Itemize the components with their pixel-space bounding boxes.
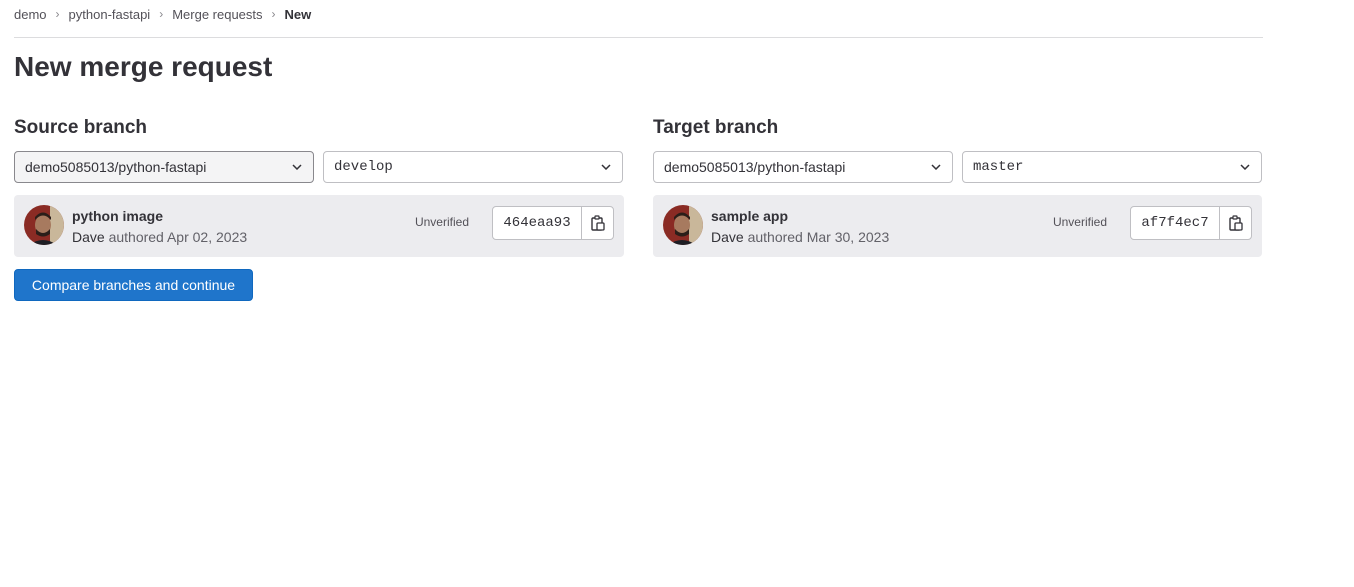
breadcrumb: demo › python-fastapi › Merge requests ›… bbox=[14, 6, 311, 22]
chevron-right-icon: › bbox=[55, 7, 60, 21]
commit-authored-text: authored Apr 02, 2023 bbox=[108, 229, 248, 245]
commit-sha-group: 464eaa93 bbox=[492, 206, 614, 240]
chevron-down-icon bbox=[1239, 161, 1251, 173]
signature-status-badge[interactable]: Unverified bbox=[415, 215, 469, 229]
commit-meta: Dave authored Apr 02, 2023 bbox=[72, 229, 247, 245]
target-branch-dropdown[interactable]: master bbox=[962, 151, 1262, 183]
commit-author-link[interactable]: Dave bbox=[711, 229, 744, 245]
breadcrumb-item-merge-requests[interactable]: Merge requests bbox=[172, 7, 262, 22]
signature-status-badge[interactable]: Unverified bbox=[1053, 215, 1107, 229]
copy-to-clipboard-icon bbox=[1228, 215, 1243, 231]
breadcrumb-item-project[interactable]: python-fastapi bbox=[69, 7, 151, 22]
commit-authored-text: authored Mar 30, 2023 bbox=[747, 229, 890, 245]
chevron-down-icon bbox=[291, 161, 303, 173]
copy-sha-button[interactable] bbox=[1220, 207, 1251, 239]
commit-author-link[interactable]: Dave bbox=[72, 229, 105, 245]
copy-to-clipboard-icon bbox=[590, 215, 605, 231]
source-commit-card: python image Dave authored Apr 02, 2023 … bbox=[14, 195, 624, 257]
commit-sha[interactable]: af7f4ec7 bbox=[1131, 207, 1220, 239]
commit-sha[interactable]: 464eaa93 bbox=[493, 207, 582, 239]
chevron-right-icon: › bbox=[271, 7, 276, 21]
source-project-dropdown[interactable]: demo5085013/python-fastapi bbox=[14, 151, 314, 183]
commit-sha-group: af7f4ec7 bbox=[1130, 206, 1252, 240]
avatar[interactable] bbox=[663, 205, 703, 245]
header-divider bbox=[14, 37, 1263, 38]
copy-sha-button[interactable] bbox=[582, 207, 613, 239]
source-branch-value: develop bbox=[334, 159, 393, 175]
target-project-value: demo5085013/python-fastapi bbox=[664, 159, 846, 175]
avatar[interactable] bbox=[24, 205, 64, 245]
target-commit-card: sample app Dave authored Mar 30, 2023 Un… bbox=[653, 195, 1262, 257]
commit-title-link[interactable]: python image bbox=[72, 208, 163, 224]
commit-title-link[interactable]: sample app bbox=[711, 208, 788, 224]
compare-branches-button[interactable]: Compare branches and continue bbox=[14, 269, 253, 301]
chevron-down-icon bbox=[930, 161, 942, 173]
breadcrumb-item-current[interactable]: New bbox=[285, 7, 312, 22]
source-branch-heading: Source branch bbox=[14, 117, 148, 138]
chevron-down-icon bbox=[600, 161, 612, 173]
target-project-dropdown[interactable]: demo5085013/python-fastapi bbox=[653, 151, 953, 183]
commit-meta: Dave authored Mar 30, 2023 bbox=[711, 229, 889, 245]
chevron-right-icon: › bbox=[159, 7, 164, 21]
page-title: New merge request bbox=[14, 51, 273, 82]
source-project-value: demo5085013/python-fastapi bbox=[25, 159, 207, 175]
breadcrumb-item-group[interactable]: demo bbox=[14, 7, 47, 22]
target-branch-heading: Target branch bbox=[653, 117, 779, 138]
target-branch-value: master bbox=[973, 159, 1024, 175]
source-branch-dropdown[interactable]: develop bbox=[323, 151, 623, 183]
